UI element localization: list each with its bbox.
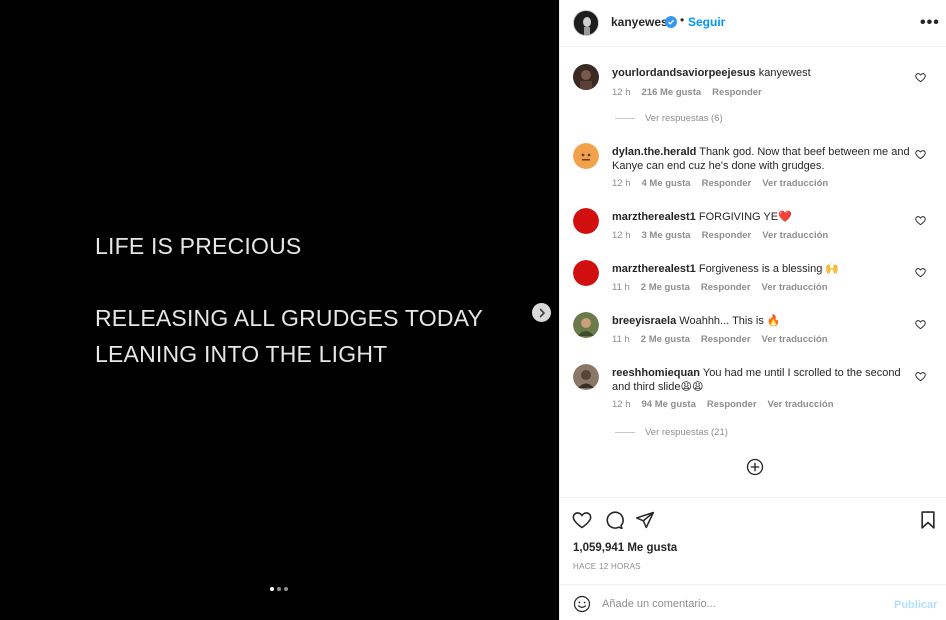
replies-divider: [615, 432, 635, 433]
comment-likes[interactable]: 94 Me gusta: [642, 399, 696, 410]
comment-body: yourlordandsaviorpeejesus kanyewest: [612, 66, 922, 80]
comment-text: FORGIVING YE❤️: [698, 211, 792, 223]
comment-username[interactable]: dylan.the.herald: [612, 146, 696, 158]
save-bookmark-icon[interactable]: [918, 510, 938, 530]
view-replies-label: Ver respuestas (6): [645, 113, 723, 124]
translate-button[interactable]: Ver traducción: [762, 282, 828, 293]
view-replies-button[interactable]: Ver respuestas (6): [615, 113, 723, 124]
reply-button[interactable]: Responder: [702, 178, 752, 189]
comment-text: Woahhh... This is 🔥: [679, 315, 781, 327]
chevron-right-icon: [539, 308, 545, 317]
slide-text-line-1: LIFE IS PRECIOUS: [95, 233, 302, 259]
translate-button[interactable]: Ver traducción: [768, 399, 834, 410]
translate-button[interactable]: Ver traducción: [762, 334, 828, 345]
comment-body: breeyisraela Woahhh... This is 🔥: [612, 314, 922, 328]
reply-button[interactable]: Responder: [702, 230, 752, 241]
carousel-dot: [284, 587, 288, 591]
comment-likes[interactable]: 3 Me gusta: [642, 230, 691, 241]
reply-button[interactable]: Responder: [701, 334, 751, 345]
comment-icon[interactable]: [604, 510, 624, 530]
share-paper-plane-icon[interactable]: [635, 510, 655, 530]
post-media[interactable]: LIFE IS PRECIOUS RELEASING ALL GRUDGES T…: [0, 0, 559, 620]
comment-time: 12 h: [612, 230, 631, 241]
comment-likes[interactable]: 2 Me gusta: [641, 282, 690, 293]
comment-body: marztherealest1 FORGIVING YE❤️: [612, 210, 922, 224]
load-more-comments-icon[interactable]: [746, 458, 764, 476]
comment-username[interactable]: marztherealest1: [612, 211, 696, 223]
view-replies-button[interactable]: Ver respuestas (21): [615, 427, 728, 438]
like-comment-heart-icon[interactable]: [915, 267, 926, 278]
like-comment-heart-icon[interactable]: [915, 371, 926, 382]
comment-meta: 12 h 216 Me gusta Responder: [612, 87, 762, 98]
comment-time: 12 h: [612, 178, 631, 189]
post-actions: 1,059,941 Me gusta HACE 12 HORAS: [560, 497, 946, 584]
next-slide-button[interactable]: [532, 303, 551, 322]
replies-divider: [615, 118, 635, 119]
like-comment-heart-icon[interactable]: [915, 215, 926, 226]
commenter-avatar[interactable]: [573, 260, 599, 286]
like-heart-icon[interactable]: [572, 510, 592, 530]
post-likes-count[interactable]: 1,059,941 Me gusta: [573, 542, 677, 554]
comment-composer: Publicar: [560, 584, 946, 620]
translate-button[interactable]: Ver traducción: [762, 230, 828, 241]
comment-username[interactable]: reeshhomiequan: [612, 367, 700, 379]
instagram-post-modal: LIFE IS PRECIOUS RELEASING ALL GRUDGES T…: [0, 0, 946, 620]
comment-body: marztherealest1 Forgiveness is a blessin…: [612, 262, 922, 276]
publish-button[interactable]: Publicar: [894, 599, 937, 611]
like-comment-heart-icon[interactable]: [915, 72, 926, 83]
follow-button[interactable]: Seguir: [688, 15, 725, 29]
carousel-dot: [270, 587, 274, 591]
comments-list[interactable]: yourlordandsaviorpeejesus kanyewest 12 h…: [560, 47, 946, 497]
translate-button[interactable]: Ver traducción: [762, 178, 828, 189]
comment-input[interactable]: [602, 593, 872, 615]
comment-meta: 12 h 3 Me gusta Responder Ver traducción: [612, 230, 828, 241]
comment-time: 12 h: [612, 87, 631, 98]
like-comment-heart-icon[interactable]: [915, 319, 926, 330]
commenter-avatar[interactable]: [573, 364, 599, 390]
reply-button[interactable]: Responder: [712, 87, 762, 98]
carousel-dot: [277, 587, 281, 591]
post-header: kanyewest • Seguir •••: [560, 0, 946, 47]
commenter-avatar[interactable]: [573, 64, 599, 90]
view-replies-label: Ver respuestas (21): [645, 427, 728, 438]
author-avatar[interactable]: [573, 10, 599, 36]
like-comment-heart-icon[interactable]: [915, 149, 926, 160]
verified-badge-icon: [665, 16, 677, 28]
commenter-avatar[interactable]: [573, 312, 599, 338]
comment-meta: 12 h 94 Me gusta Responder Ver traducció…: [612, 399, 834, 410]
comment-time: 12 h: [612, 399, 631, 410]
comment-username[interactable]: marztherealest1: [612, 263, 696, 275]
comment-body: reeshhomiequan You had me until I scroll…: [612, 366, 922, 394]
post-timestamp: HACE 12 HORAS: [573, 562, 641, 571]
comment-username[interactable]: yourlordandsaviorpeejesus: [612, 67, 756, 79]
comment-body: dylan.the.herald Thank god. Now that bee…: [612, 145, 922, 173]
comment-text: kanyewest: [758, 67, 811, 79]
comment-time: 11 h: [612, 282, 630, 293]
comment-likes[interactable]: 2 Me gusta: [641, 334, 690, 345]
carousel-indicator: [270, 587, 288, 591]
commenter-avatar[interactable]: [573, 143, 599, 169]
commenter-avatar[interactable]: [573, 208, 599, 234]
author-username[interactable]: kanyewest: [611, 15, 672, 29]
comment-time: 11 h: [612, 334, 630, 345]
emoji-icon[interactable]: [573, 595, 591, 613]
separator-dot: •: [680, 13, 685, 27]
slide-text-line-3: LEANING INTO THE LIGHT: [95, 341, 388, 367]
comment-meta: 11 h 2 Me gusta Responder Ver traducción: [612, 282, 828, 293]
comment-username[interactable]: breeyisraela: [612, 315, 676, 327]
reply-button[interactable]: Responder: [707, 399, 757, 410]
post-side-panel: kanyewest • Seguir ••• yourlordandsavior…: [559, 0, 946, 620]
comment-text: Forgiveness is a blessing 🙌: [698, 263, 840, 275]
comment-meta: 11 h 2 Me gusta Responder Ver traducción: [612, 334, 828, 345]
comment-likes[interactable]: 4 Me gusta: [642, 178, 691, 189]
more-options-icon[interactable]: •••: [920, 14, 940, 32]
comment-likes[interactable]: 216 Me gusta: [642, 87, 702, 98]
comment-meta: 12 h 4 Me gusta Responder Ver traducción: [612, 178, 828, 189]
slide-text-line-2: RELEASING ALL GRUDGES TODAY: [95, 305, 484, 331]
reply-button[interactable]: Responder: [701, 282, 751, 293]
